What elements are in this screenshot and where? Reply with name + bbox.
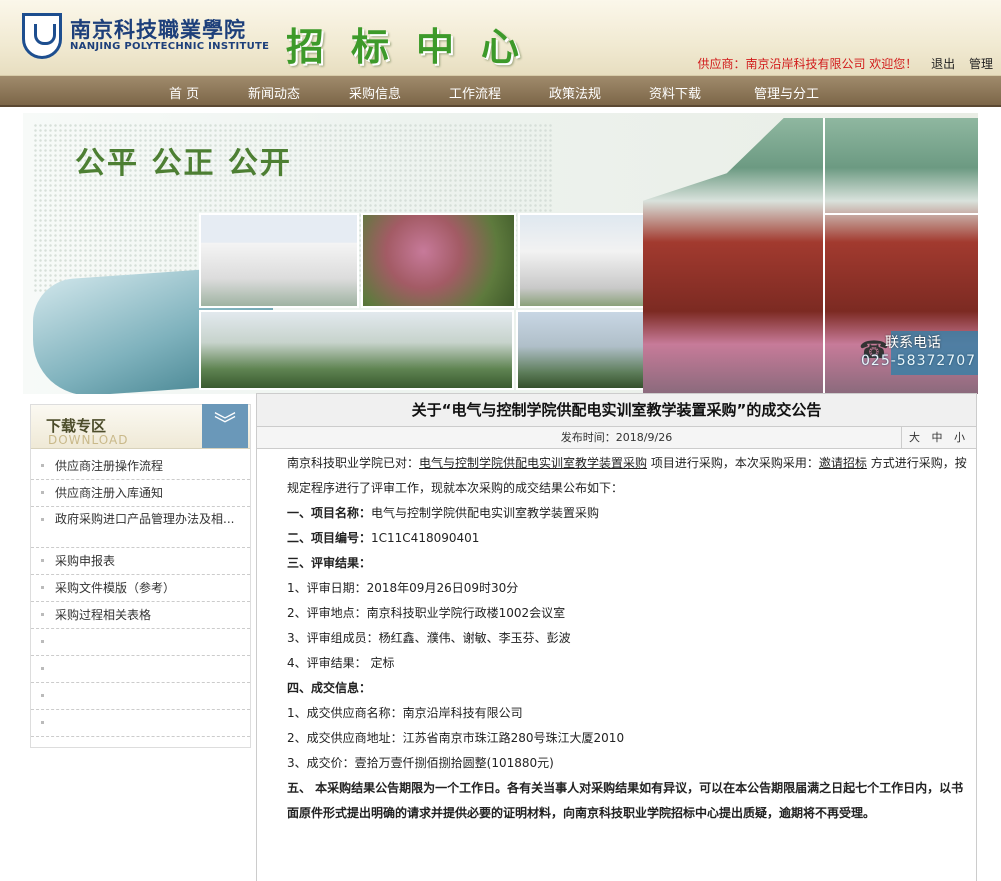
- method-link[interactable]: 邀请招标: [819, 456, 867, 470]
- review-item: 1、评审日期：2018年09月26日09时30分: [287, 581, 519, 595]
- deal-item: 3、成交价：壹拾万壹仟捌佰捌拾圆整(101880元): [287, 756, 554, 770]
- download-item-empty: [31, 656, 250, 683]
- download-item[interactable]: 供应商注册入库通知: [31, 480, 250, 507]
- intro-pre: 南京科技职业学院已对：: [287, 456, 420, 470]
- download-item-empty: [31, 629, 250, 656]
- download-item[interactable]: 供应商注册操作流程: [31, 453, 250, 480]
- nav-news[interactable]: 新闻动态: [248, 83, 300, 102]
- nav-procurement[interactable]: 采购信息: [349, 83, 401, 102]
- nav-management[interactable]: 管理与分工: [754, 83, 819, 102]
- campus-photo-building: [199, 213, 359, 308]
- section-5-text: 五、 本采购结果公告期限为一个工作日。各有关当事人对采购结果如有异议，可以在本公…: [287, 781, 964, 820]
- phone-label: 联系电话: [885, 335, 941, 351]
- banner: 公平 公正 公开 ☎ 联系电话 025-58372707: [23, 113, 978, 394]
- banner-slogan: 公平 公正 公开: [75, 146, 292, 181]
- deal-item: 1、成交供应商名称：南京沿岸科技有限公司: [287, 706, 523, 720]
- review-item: 3、评审组成员：杨红鑫、濮伟、谢敏、李玉芬、彭波: [287, 631, 571, 645]
- publish-date: 2018/9/26: [615, 431, 673, 444]
- font-size-switcher[interactable]: 大 中 小: [901, 427, 976, 448]
- download-item[interactable]: 采购过程相关表格: [31, 602, 250, 629]
- section-2-value: 1C11C418090401: [371, 531, 480, 545]
- site-header: 南京科技職業學院 NANJING POLYTECHNIC INSTITUTE 招…: [0, 0, 1001, 76]
- download-item[interactable]: 采购申报表: [31, 548, 250, 575]
- section-2-label: 二、项目编号：: [287, 531, 372, 545]
- section-2: 二、项目编号：1C11C418090401: [263, 526, 970, 551]
- section-1-label: 一、项目名称：: [287, 506, 372, 520]
- deal-item: 2、成交供应商地址：江苏省南京市珠江路280号珠江大厦2010: [287, 731, 625, 745]
- article-meta: 发布时间：2018/9/26 大 中 小: [257, 427, 976, 449]
- sidebar-header: 下载专区 DOWNLOAD ︾: [31, 404, 250, 449]
- section-4-label: 四、成交信息：: [287, 681, 372, 695]
- section-3-label: 三、评审结果：: [287, 556, 372, 570]
- download-item-empty: [31, 683, 250, 710]
- double-chevron-down-icon[interactable]: ︾: [202, 404, 248, 448]
- school-name-cn[interactable]: 南京科技職業學院: [70, 14, 246, 44]
- welcome-text: 供应商：南京沿岸科技有限公司 欢迎您！: [697, 57, 918, 71]
- download-item[interactable]: 政府采购进口产品管理办法及相...: [31, 507, 250, 548]
- review-item: 4、评审结果： 定标: [287, 656, 395, 670]
- section-1: 一、项目名称：电气与控制学院供配电实训室教学装置采购: [263, 501, 970, 526]
- school-name-en: NANJING POLYTECHNIC INSTITUTE: [70, 41, 270, 52]
- user-bar: 供应商：南京沿岸科技有限公司 欢迎您！ 退出 管理: [697, 55, 993, 72]
- contact-phone: ☎ 联系电话 025-58372707: [859, 331, 978, 375]
- campus-photo-blossoms: [361, 213, 516, 308]
- sidebar-subtitle: DOWNLOAD: [48, 433, 129, 447]
- site-title: 招标中心: [286, 25, 547, 69]
- main-nav: 首 页 新闻动态 采购信息 工作流程 政策法规 资料下载 管理与分工: [0, 76, 1001, 107]
- nav-policy[interactable]: 政策法规: [549, 83, 601, 102]
- download-list: 供应商注册操作流程 供应商注册入库通知 政府采购进口产品管理办法及相... 采购…: [31, 453, 250, 737]
- school-emblem-icon[interactable]: [22, 13, 62, 59]
- campus-photo-square: [199, 310, 514, 390]
- logout-link[interactable]: 退出: [931, 57, 955, 71]
- download-sidebar: 下载专区 DOWNLOAD ︾ 供应商注册操作流程 供应商注册入库通知 政府采购…: [30, 404, 251, 748]
- intro-mid: 项目进行采购，本次采购采用：: [650, 456, 819, 470]
- download-item-empty: [31, 710, 250, 737]
- phone-number: 025-58372707: [861, 353, 977, 369]
- article-panel: 关于“电气与控制学院供配电实训室教学装置采购”的成交公告 发布时间：2018/9…: [256, 393, 977, 881]
- section-1-value: 电气与控制学院供配电实训室教学装置采购: [371, 506, 600, 520]
- nav-downloads[interactable]: 资料下载: [649, 83, 701, 102]
- download-item[interactable]: 采购文件模版（参考）: [31, 575, 250, 602]
- project-name-link[interactable]: 电气与控制学院供配电实训室教学装置采购: [419, 456, 647, 470]
- article-body: 南京科技职业学院已对：电气与控制学院供配电实训室教学装置采购 项目进行采购，本次…: [257, 449, 976, 826]
- article-title: 关于“电气与控制学院供配电实训室教学装置采购”的成交公告: [257, 394, 976, 427]
- intro-paragraph: 南京科技职业学院已对：电气与控制学院供配电实训室教学装置采购 项目进行采购，本次…: [263, 451, 970, 501]
- manage-link[interactable]: 管理: [969, 57, 993, 71]
- review-item: 2、评审地点：南京科技职业学院行政楼1002会议室: [287, 606, 566, 620]
- nav-home[interactable]: 首 页: [169, 83, 199, 102]
- publish-label: 发布时间：: [560, 431, 616, 444]
- nav-workflow[interactable]: 工作流程: [449, 83, 501, 102]
